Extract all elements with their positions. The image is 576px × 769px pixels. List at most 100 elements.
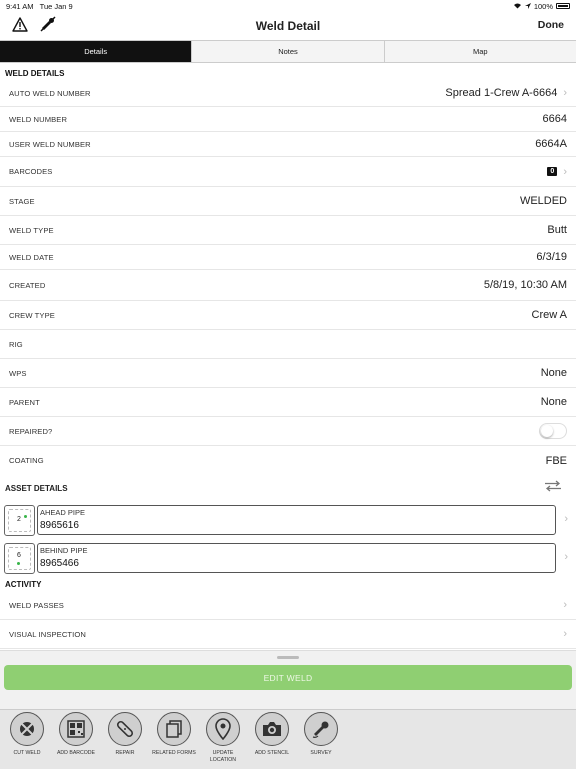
tab-map[interactable]: Map: [383, 41, 576, 62]
row-label: REPAIRED?: [9, 426, 53, 436]
tool-label: REPAIR: [115, 750, 135, 756]
survey-button[interactable]: SURVEY: [299, 710, 343, 769]
drag-handle[interactable]: [277, 656, 299, 659]
row-label: WELD TYPE: [9, 225, 54, 235]
stage-value: WELDED: [519, 195, 567, 207]
row-label: PARENT: [9, 397, 40, 407]
barcode-icon: [59, 712, 93, 746]
tool-label: CUT WELD: [13, 750, 41, 756]
row-rig[interactable]: RIG: [0, 330, 576, 359]
swap-arrows-icon[interactable]: [544, 479, 562, 497]
asset-title: AHEAD PIPE: [40, 508, 86, 517]
action-toolbar: CUT WELD ADD BARCODE REPAIR RELATED FORM…: [0, 709, 576, 769]
row-visual-inspection[interactable]: VISUAL INSPECTION ›: [0, 620, 576, 649]
row-label: WELD DATE: [9, 252, 54, 262]
pipe-thumbnail: 2: [4, 504, 35, 536]
survey-icon: [304, 712, 338, 746]
tool-label: RELATED FORMS: [152, 750, 196, 756]
wifi-icon: [513, 2, 522, 11]
asset-box: BEHIND PIPE 8965466: [37, 543, 556, 573]
row-label: USER WELD NUMBER: [9, 139, 91, 149]
row-created[interactable]: CREATED 5/8/19, 10:30 AM: [0, 270, 576, 301]
chevron-right-icon: ›: [564, 513, 568, 525]
barcode-count-badge: 0: [547, 167, 558, 176]
row-stage[interactable]: STAGE WELDED: [0, 187, 576, 216]
no-weld-icon[interactable]: [40, 16, 56, 37]
user-weld-number-value: 6664A: [535, 138, 567, 150]
repaired-toggle[interactable]: [539, 423, 567, 439]
tool-label: SURVEY: [310, 750, 332, 756]
row-label: COATING: [9, 456, 44, 465]
row-label: RIG: [9, 339, 23, 349]
coating-value: FBE: [545, 454, 567, 467]
pipe-thumbnail: 6: [4, 542, 35, 574]
row-wps[interactable]: WPS None: [0, 359, 576, 388]
chevron-right-icon: ›: [564, 551, 568, 563]
bandage-icon: [108, 712, 142, 746]
repair-button[interactable]: REPAIR: [103, 710, 147, 769]
row-label: VISUAL INSPECTION: [9, 629, 86, 639]
nav-bar: Weld Detail Done: [0, 12, 576, 40]
update-location-button[interactable]: UPDATE LOCATION: [201, 710, 245, 769]
row-label: AUTO WELD NUMBER: [9, 88, 91, 98]
row-weld-type[interactable]: WELD TYPE Butt: [0, 216, 576, 245]
weld-type-value: Butt: [547, 224, 567, 236]
row-weld-date[interactable]: WELD DATE 6/3/19: [0, 245, 576, 270]
add-barcode-button[interactable]: ADD BARCODE: [54, 710, 98, 769]
row-barcodes[interactable]: BARCODES 0 ›: [0, 157, 576, 187]
row-label: STAGE: [9, 196, 35, 206]
forms-icon: [157, 712, 191, 746]
cut-weld-button[interactable]: CUT WELD: [5, 710, 49, 769]
add-stencil-button[interactable]: ADD STENCIL: [250, 710, 294, 769]
asset-value: 8965466: [40, 558, 79, 569]
activity-header: ACTIVITY: [5, 580, 42, 589]
row-auto-weld-number[interactable]: AUTO WELD NUMBER Spread 1-Crew A-6664 ›: [0, 80, 576, 107]
asset-item-ahead-pipe[interactable]: 2 AHEAD PIPE 8965616 ›: [0, 501, 576, 539]
asset-value: 8965616: [40, 520, 79, 531]
edit-weld-button[interactable]: EDIT WELD: [4, 665, 572, 690]
page-title: Weld Detail: [255, 19, 321, 33]
row-label: WELD NUMBER: [9, 114, 68, 124]
related-forms-button[interactable]: RELATED FORMS: [152, 710, 196, 769]
auto-weld-number-value: Spread 1-Crew A-6664: [445, 87, 558, 99]
battery-percent: 100%: [533, 1, 553, 11]
row-repaired[interactable]: REPAIRED?: [0, 417, 576, 446]
chevron-right-icon: ›: [563, 628, 567, 640]
green-dot-icon: [24, 514, 27, 518]
status-time: 9:41 AM: [6, 1, 34, 11]
status-date: Tue Jan 9: [39, 1, 73, 11]
tab-details[interactable]: Details: [0, 41, 192, 62]
wps-value: None: [540, 367, 567, 379]
done-button[interactable]: Done: [538, 19, 564, 31]
row-label: BARCODES: [9, 167, 53, 176]
status-left: 9:41 AM Tue Jan 9: [6, 2, 73, 11]
row-user-weld-number[interactable]: USER WELD NUMBER 6664A: [0, 132, 576, 157]
asset-item-behind-pipe[interactable]: 6 BEHIND PIPE 8965466 ›: [0, 539, 576, 577]
asset-title: BEHIND PIPE: [40, 546, 88, 555]
status-bar: 9:41 AM Tue Jan 9 100%: [0, 0, 576, 12]
pipe-joint-number: 2: [17, 515, 21, 523]
bottom-panel: EDIT WELD CUT WELD ADD BARCODE REPAIR RE…: [0, 650, 576, 769]
row-weld-passes[interactable]: WELD PASSES ›: [0, 591, 576, 620]
asset-details-title: ASSET DETAILS: [5, 483, 68, 493]
details-content[interactable]: WELD DETAILS AUTO WELD NUMBER Spread 1-C…: [0, 63, 576, 649]
row-crew-type[interactable]: CREW TYPE Crew A: [0, 301, 576, 330]
row-value: Spread 1-Crew A-6664 ›: [445, 87, 567, 99]
camera-icon: [255, 712, 289, 746]
weld-details-header: WELD DETAILS: [5, 69, 65, 78]
weld-date-value: 6/3/19: [536, 251, 567, 263]
row-weld-number[interactable]: WELD NUMBER 6664: [0, 107, 576, 132]
row-label: WPS: [9, 368, 27, 378]
asset-box: AHEAD PIPE 8965616: [37, 505, 556, 535]
row-parent[interactable]: PARENT None: [0, 388, 576, 417]
crew-type-value: Crew A: [531, 309, 567, 321]
cut-weld-icon: [10, 712, 44, 746]
asset-details-header: ASSET DETAILS: [0, 475, 576, 501]
tab-notes[interactable]: Notes: [191, 41, 383, 62]
row-value: 0 ›: [547, 166, 567, 178]
row-label: CREW TYPE: [9, 310, 55, 320]
warning-icon[interactable]: [12, 16, 28, 37]
created-value: 5/8/19, 10:30 AM: [483, 279, 567, 291]
green-dot-icon: [17, 561, 20, 565]
row-coating[interactable]: COATING FBE: [0, 446, 576, 475]
